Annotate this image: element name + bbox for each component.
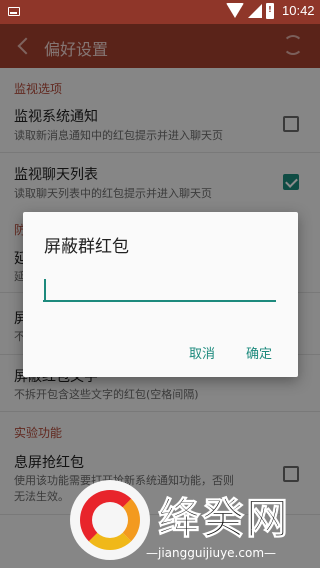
watermark-url: —jiangguijiuye.com— <box>146 546 277 560</box>
wifi-icon <box>226 3 244 18</box>
battery-icon: ! <box>266 3 274 19</box>
keyboard-icon <box>8 7 20 16</box>
status-bar: ! 10:42 <box>0 0 320 24</box>
dialog-text-input[interactable] <box>43 274 276 302</box>
logo-ring-icon <box>80 490 140 550</box>
watermark: 绛癸网 —jiangguijiuye.com— <box>70 480 320 568</box>
signal-icon <box>248 4 262 18</box>
text-caret <box>44 279 46 300</box>
watermark-logo <box>70 480 150 560</box>
dialog-title: 屏蔽群红包 <box>44 237 129 257</box>
block-group-dialog: 屏蔽群红包 取消 确定 <box>23 212 298 377</box>
watermark-brand: 绛癸网 <box>157 494 291 544</box>
status-time: 10:42 <box>282 3 315 18</box>
confirm-button[interactable]: 确定 <box>246 343 272 362</box>
cancel-button[interactable]: 取消 <box>189 343 215 362</box>
